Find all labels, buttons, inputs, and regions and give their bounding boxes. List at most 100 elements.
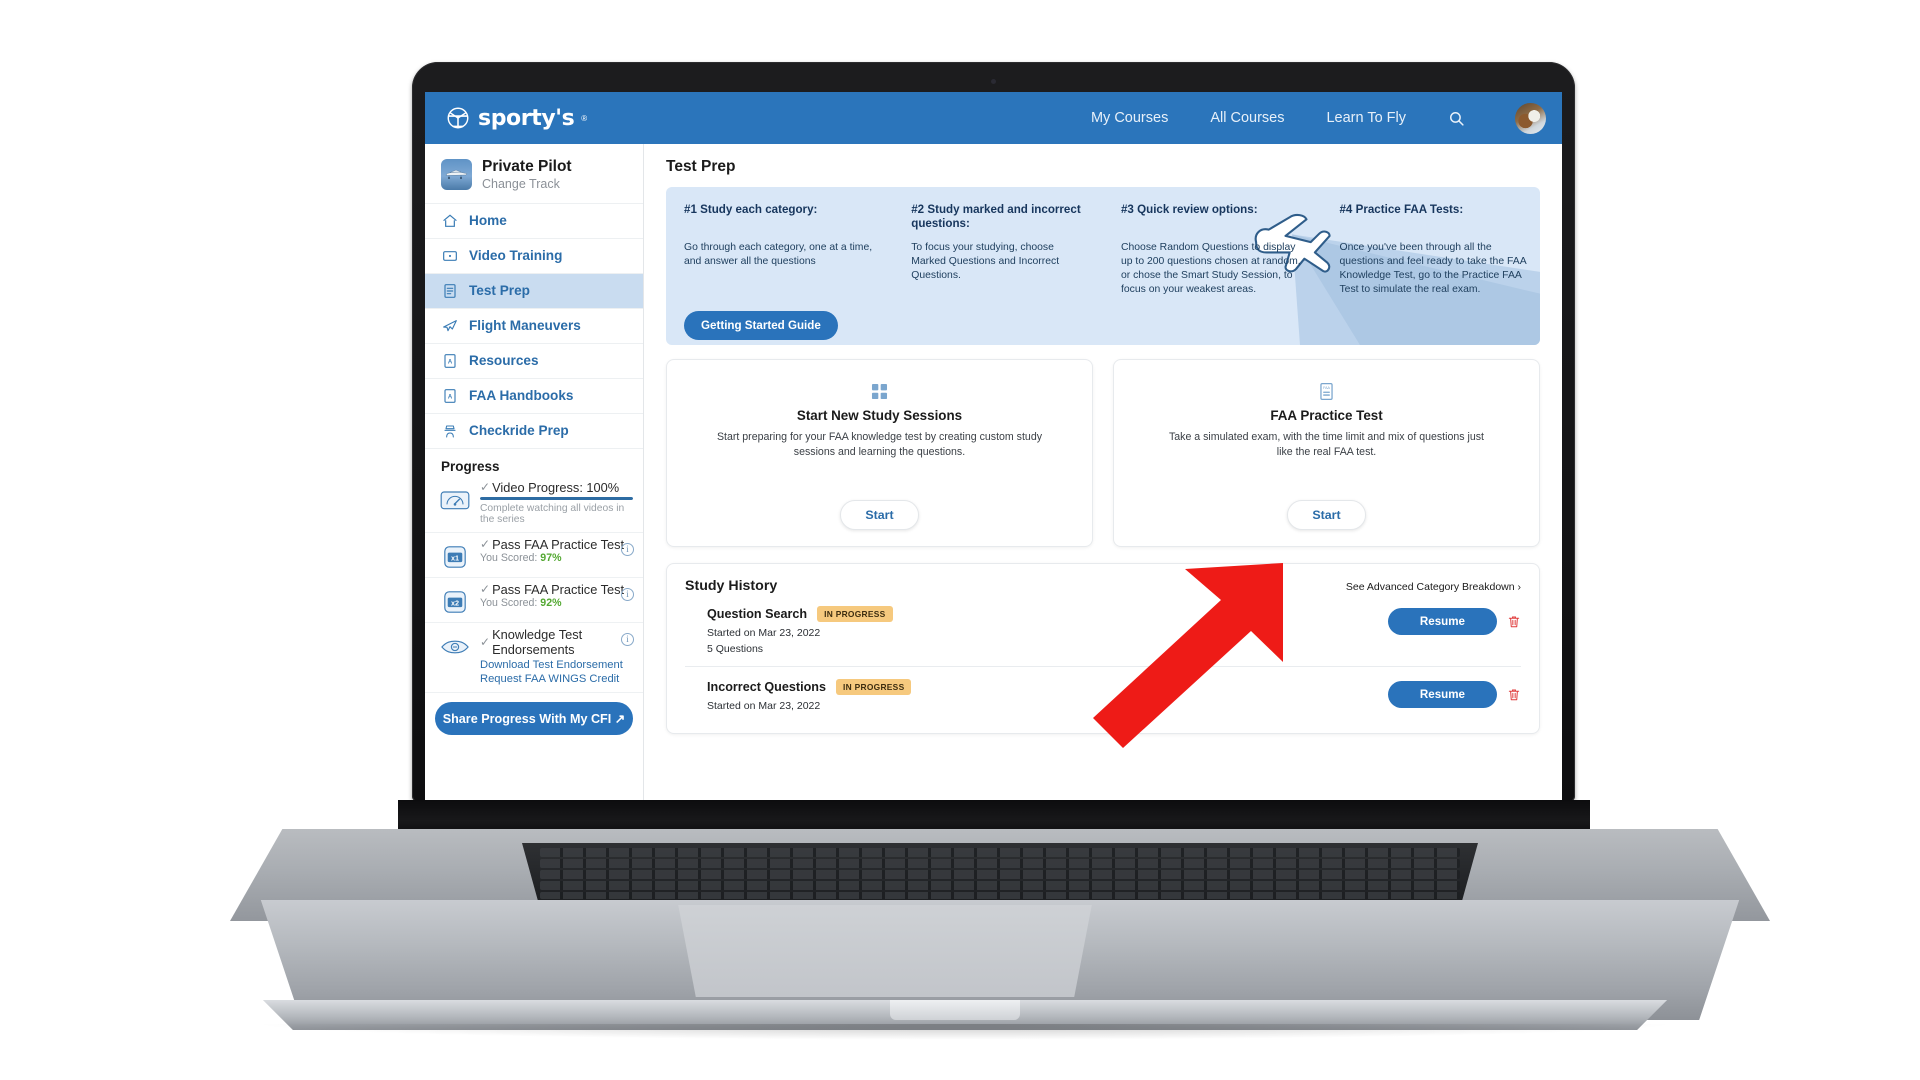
resume-button[interactable]: Resume bbox=[1387, 681, 1497, 708]
getting-started-banner: #1 Study each category: Go through each … bbox=[666, 187, 1540, 345]
sidebar-item-resources[interactable]: A Resources bbox=[425, 344, 643, 379]
laptop-shadow bbox=[250, 1024, 1680, 1040]
nav-all-courses[interactable]: All Courses bbox=[1210, 110, 1284, 126]
progress-label: ✓ Pass FAA Practice Test bbox=[480, 537, 633, 552]
card-start-new-study-sessions[interactable]: Start New Study Sessions Start preparing… bbox=[666, 359, 1093, 547]
banner-heading: #1 Study each category: bbox=[684, 203, 818, 216]
progress-score: You Scored: 97% bbox=[480, 552, 633, 564]
sidebar-item-faa-handbooks[interactable]: A FAA Handbooks bbox=[425, 379, 643, 414]
pilot-cap-icon bbox=[444, 425, 456, 438]
banner-body: Once you've been through all the questio… bbox=[1339, 242, 1527, 295]
trash-icon[interactable] bbox=[1507, 687, 1521, 702]
course-header[interactable]: Private Pilot Change Track bbox=[425, 144, 643, 203]
banner-heading: #4 Practice FAA Tests: bbox=[1339, 203, 1464, 216]
banner-body: Go through each category, one at a time,… bbox=[684, 242, 873, 267]
red-pointer-arrow bbox=[1093, 563, 1283, 748]
see-advanced-category-breakdown-link[interactable]: See Advanced Category Breakdown › bbox=[1346, 581, 1521, 593]
top-navigation-bar: sporty's ® My Courses All Courses Learn … bbox=[425, 92, 1562, 144]
change-track-link[interactable]: Change Track bbox=[482, 177, 572, 191]
trash-icon[interactable] bbox=[1507, 614, 1521, 629]
info-icon[interactable]: i bbox=[621, 587, 634, 601]
request-faa-wings-credit-link[interactable]: Request FAA WINGS Credit bbox=[480, 673, 633, 685]
sidebar-item-label: Test Prep bbox=[469, 283, 530, 299]
nav-learn-to-fly[interactable]: Learn To Fly bbox=[1326, 110, 1406, 126]
banner-body: To focus your studying, choose Marked Qu… bbox=[911, 242, 1060, 281]
info-icon[interactable]: i bbox=[621, 542, 634, 556]
history-row-name: Incorrect Questions bbox=[707, 680, 826, 694]
sidebar-item-test-prep[interactable]: Test Prep bbox=[425, 273, 643, 309]
search-icon[interactable] bbox=[1448, 110, 1465, 127]
resume-button[interactable]: Resume bbox=[1387, 608, 1497, 635]
registered-mark: ® bbox=[581, 113, 588, 123]
sportys-winged-logo-icon bbox=[447, 107, 469, 129]
progress-label: ✓ Knowledge Test Endorsements bbox=[480, 627, 633, 657]
study-history-title: Study History bbox=[685, 578, 778, 594]
download-test-endorsement-link[interactable]: Download Test Endorsement bbox=[480, 659, 633, 671]
progress-note: Complete watching all videos in the seri… bbox=[480, 502, 625, 525]
keyboard bbox=[522, 843, 1478, 901]
video-icon bbox=[443, 250, 457, 261]
sidebar-item-label: Checkride Prep bbox=[469, 423, 569, 439]
share-progress-with-cfi-button[interactable]: Share Progress With My CFI ↗ bbox=[435, 701, 633, 735]
getting-started-guide-button[interactable]: Getting Started Guide bbox=[684, 310, 838, 340]
history-row-actions: Resume bbox=[1387, 606, 1521, 635]
card-title: Start New Study Sessions bbox=[796, 408, 963, 423]
home-icon bbox=[443, 214, 457, 227]
screenshot-root: sporty's ® My Courses All Courses Learn … bbox=[0, 0, 1920, 1080]
pdf-icon: A bbox=[444, 353, 456, 368]
progress-row-practice-test-2: x2 ✓ Pass FAA Practice Test You Scored: bbox=[425, 578, 643, 623]
card-description: Take a simulated exam, with the time lim… bbox=[1168, 431, 1484, 458]
sidebar-item-video-training[interactable]: Video Training bbox=[425, 239, 643, 274]
info-icon[interactable]: i bbox=[621, 632, 634, 646]
x2-badge-icon: x2 bbox=[444, 591, 466, 613]
progress-section: Progress ✓ Video Progress: 100% Complete… bbox=[425, 449, 643, 735]
keyboard-rows bbox=[522, 843, 1478, 901]
progress-bar bbox=[480, 496, 633, 500]
sidebar-item-checkride-prep[interactable]: Checkride Prep bbox=[425, 414, 643, 449]
progress-score: You Scored: 92% bbox=[480, 597, 633, 609]
progress-label: ✓ Pass FAA Practice Test bbox=[480, 582, 633, 597]
card-description: Start preparing for your FAA knowledge t… bbox=[716, 431, 1043, 458]
progress-label-text: Pass FAA Practice Test bbox=[492, 536, 625, 552]
progress-label-text: Knowledge Test Endorsements bbox=[492, 626, 583, 657]
banner-heading: #3 Quick review options: bbox=[1120, 203, 1258, 216]
top-nav-links: My Courses All Courses Learn To Fly bbox=[1091, 102, 1546, 134]
check-icon: ✓ bbox=[480, 480, 491, 495]
brand-logo-group[interactable]: sporty's ® bbox=[445, 105, 587, 131]
start-button[interactable]: Start bbox=[840, 500, 919, 530]
progress-label-text: Video Progress: 100% bbox=[492, 479, 620, 495]
sidebar-item-label: Resources bbox=[469, 353, 539, 369]
svg-text:FAA: FAA bbox=[1323, 386, 1330, 390]
banner-heading: #2 Study marked and incorrect questions: bbox=[911, 203, 1081, 231]
progress-heading: Progress bbox=[441, 458, 500, 474]
banner-body: Choose Random Questions to display up to… bbox=[1120, 242, 1301, 295]
check-icon: ✓ bbox=[480, 537, 491, 552]
banner-column-1: #1 Study each category: Go through each … bbox=[666, 203, 893, 297]
score-prefix: You Scored: bbox=[480, 596, 538, 609]
brand-wordmark: sporty's bbox=[478, 105, 575, 131]
pdf-icon: A bbox=[444, 388, 456, 403]
sidebar-nav-list: Home Video Training Test Prep Flight Man… bbox=[425, 202, 643, 449]
faa-document-icon: FAA bbox=[1320, 382, 1333, 401]
card-title: FAA Practice Test bbox=[1270, 408, 1383, 423]
card-faa-practice-test[interactable]: FAA FAA Practice Test Take a simulated e… bbox=[1113, 359, 1540, 547]
laptop-screen: sporty's ® My Courses All Courses Learn … bbox=[425, 92, 1562, 802]
sidebar-item-flight-maneuvers[interactable]: Flight Maneuvers bbox=[425, 309, 643, 344]
sidebar-item-label: Flight Maneuvers bbox=[469, 318, 581, 334]
check-icon: ✓ bbox=[480, 582, 491, 597]
course-title: Private Pilot bbox=[482, 158, 572, 175]
sidebar-item-home[interactable]: Home bbox=[425, 204, 643, 239]
score-value: 97% bbox=[540, 551, 562, 564]
progress-label-text: Pass FAA Practice Test bbox=[492, 581, 625, 597]
banner-column-3: #3 Quick review options: Choose Random Q… bbox=[1103, 203, 1322, 297]
document-list-icon bbox=[444, 283, 456, 298]
trackpad bbox=[678, 905, 1092, 997]
x1-badge-icon: x1 bbox=[444, 546, 466, 568]
nav-my-courses[interactable]: My Courses bbox=[1091, 110, 1168, 126]
start-button[interactable]: Start bbox=[1287, 500, 1366, 530]
grid-squares-icon bbox=[871, 383, 888, 400]
laptop-mockup: sporty's ® My Courses All Courses Learn … bbox=[0, 0, 1920, 1080]
svg-text:x1: x1 bbox=[451, 553, 459, 562]
avatar[interactable] bbox=[1515, 102, 1546, 134]
banner-column-4: #4 Practice FAA Tests: Once you've been … bbox=[1321, 203, 1540, 297]
